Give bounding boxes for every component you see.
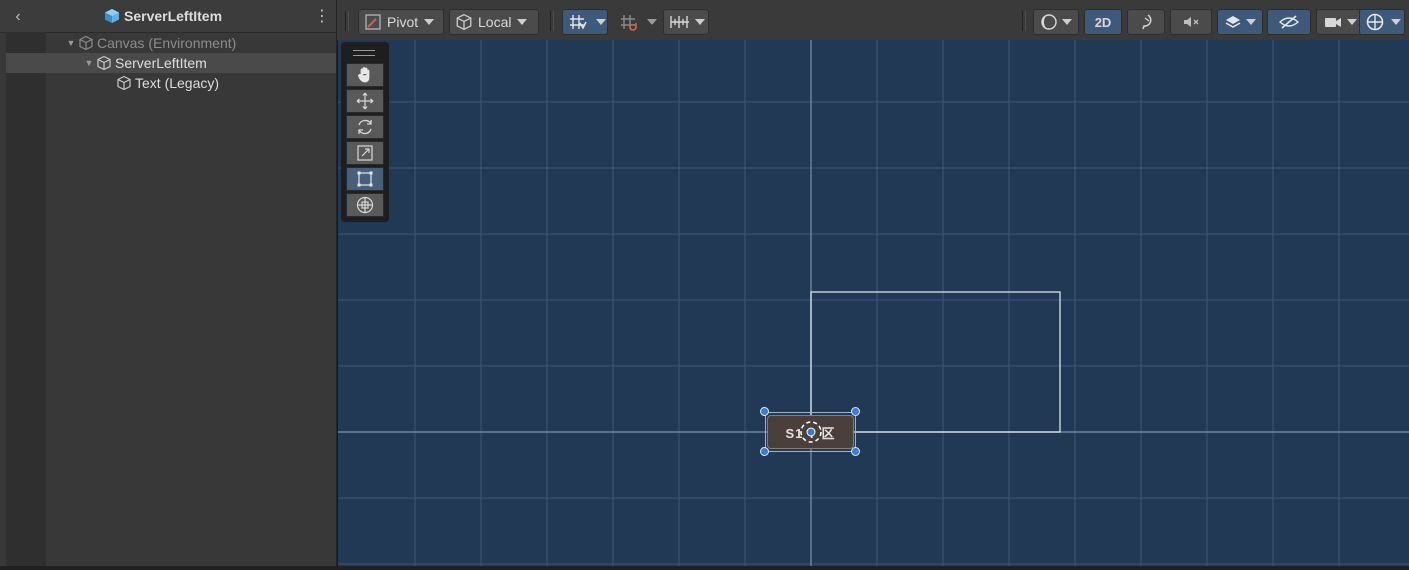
expand-arrow-icon[interactable]: ▼ <box>64 38 78 48</box>
caret-down-icon <box>647 19 657 25</box>
expand-arrow-icon[interactable]: ▼ <box>82 58 96 68</box>
tree-item-serverleftitem[interactable]: ▼ ServerLeftItem <box>6 53 336 73</box>
scene-grid <box>338 40 1409 566</box>
resize-handle-top-left[interactable] <box>760 407 769 416</box>
audio-mute-icon <box>1184 17 1199 27</box>
scale-tool-icon <box>357 145 373 161</box>
tool-palette <box>341 42 389 222</box>
transform-tool-button[interactable] <box>346 193 384 217</box>
prefab-cube-icon <box>105 9 119 23</box>
hierarchy-gutter <box>6 32 46 566</box>
rect-tool-icon <box>357 171 373 187</box>
tree-item-text-legacy[interactable]: Text (Legacy) <box>6 73 336 93</box>
tree-item-canvas[interactable]: ▼ Canvas (Environment) <box>6 33 336 53</box>
gameobject-cube-icon <box>97 55 111 71</box>
caret-down-icon <box>517 19 528 25</box>
chevron-left-icon: ‹ <box>15 8 21 25</box>
lighting-toggle[interactable] <box>1127 9 1165 35</box>
caret-down-icon <box>1062 19 1072 25</box>
pivot-dropdown[interactable]: Pivot <box>358 9 444 35</box>
canvas-bounds <box>810 291 1061 433</box>
camera-dropdown[interactable] <box>1316 9 1362 35</box>
tree-item-label: ServerLeftItem <box>115 55 207 71</box>
hand-tool-icon <box>358 67 370 83</box>
audio-toggle[interactable] <box>1170 9 1212 35</box>
resize-handle-top-right[interactable] <box>851 407 860 416</box>
increment-snap-dropdown[interactable] <box>663 9 709 35</box>
pivot-icon <box>365 14 381 30</box>
toolbar-separator <box>345 11 349 31</box>
effects-dropdown[interactable] <box>1217 9 1263 35</box>
move-tool-button[interactable] <box>346 89 384 113</box>
local-cube-icon <box>456 13 472 31</box>
hidden-objects-toggle[interactable] <box>1267 9 1311 35</box>
kebab-menu-icon: ⋮ <box>314 8 330 25</box>
move-tool-icon <box>356 92 374 110</box>
gizmos-dropdown[interactable] <box>1359 9 1405 35</box>
toolbar-separator <box>1022 11 1026 31</box>
resize-handle-bottom-right[interactable] <box>851 447 860 456</box>
caret-down-icon <box>1391 19 1401 25</box>
scale-tool-button[interactable] <box>346 141 384 165</box>
grid-magnet-icon <box>621 15 637 31</box>
draw-mode-dropdown[interactable] <box>1033 9 1079 35</box>
scene-view[interactable]: S1 ? 区 <box>338 40 1409 566</box>
gizmo-globe-icon <box>1366 13 1384 31</box>
more-options-button[interactable]: ⋮ <box>314 7 330 27</box>
grid-snap-icon <box>570 15 587 30</box>
effects-layers-icon <box>1225 16 1241 28</box>
local-label: Local <box>478 14 512 30</box>
rotate-tool-button[interactable] <box>346 115 384 139</box>
palette-drag-handle[interactable] <box>353 50 375 56</box>
rotate-tool-icon <box>358 119 372 135</box>
prefab-title: ServerLeftItem <box>104 0 222 32</box>
caret-down-icon <box>424 19 435 25</box>
transform-tool-icon <box>356 196 374 214</box>
tree-item-label: Canvas (Environment) <box>97 35 237 51</box>
bottom-edge <box>0 566 1409 570</box>
grid-snapping-toggle[interactable] <box>562 9 608 35</box>
prefab-title-text: ServerLeftItem <box>124 8 223 24</box>
caret-down-icon <box>1246 19 1256 25</box>
camera-icon <box>1325 18 1341 27</box>
hand-tool-button[interactable] <box>346 63 384 87</box>
2d-mode-toggle[interactable]: 2D <box>1084 9 1122 35</box>
caret-down-icon <box>596 19 606 25</box>
resize-handle-bottom-left[interactable] <box>760 447 769 456</box>
scene-toolbar: Pivot Local 2D <box>337 0 1409 41</box>
lighting-icon <box>1142 14 1152 30</box>
2d-mode-label: 2D <box>1094 14 1112 30</box>
eye-slash-icon <box>1278 15 1300 29</box>
back-button[interactable]: ‹ <box>8 7 28 27</box>
hierarchy-panel: ‹ ServerLeftItem ⋮ ▼ Canvas (Environment… <box>0 0 337 566</box>
ruler-snap-icon <box>670 16 689 28</box>
caret-down-icon <box>695 19 705 25</box>
pivot-label: Pivot <box>387 14 419 30</box>
shading-mode-icon <box>1041 14 1057 30</box>
grid-options-dropdown[interactable] <box>613 9 659 35</box>
server-left-item[interactable]: S1 ? 区 <box>760 407 860 456</box>
tree-item-label: Text (Legacy) <box>135 75 220 91</box>
pivot-gizmo-icon[interactable] <box>795 417 827 447</box>
toolbar-separator <box>550 11 554 31</box>
rect-tool-button[interactable] <box>346 167 384 191</box>
local-dropdown[interactable]: Local <box>449 9 539 35</box>
caret-down-icon <box>1347 19 1357 25</box>
gameobject-cube-icon <box>79 35 93 51</box>
hierarchy-header: ‹ ServerLeftItem ⋮ <box>0 0 336 33</box>
gameobject-cube-icon <box>117 75 131 91</box>
